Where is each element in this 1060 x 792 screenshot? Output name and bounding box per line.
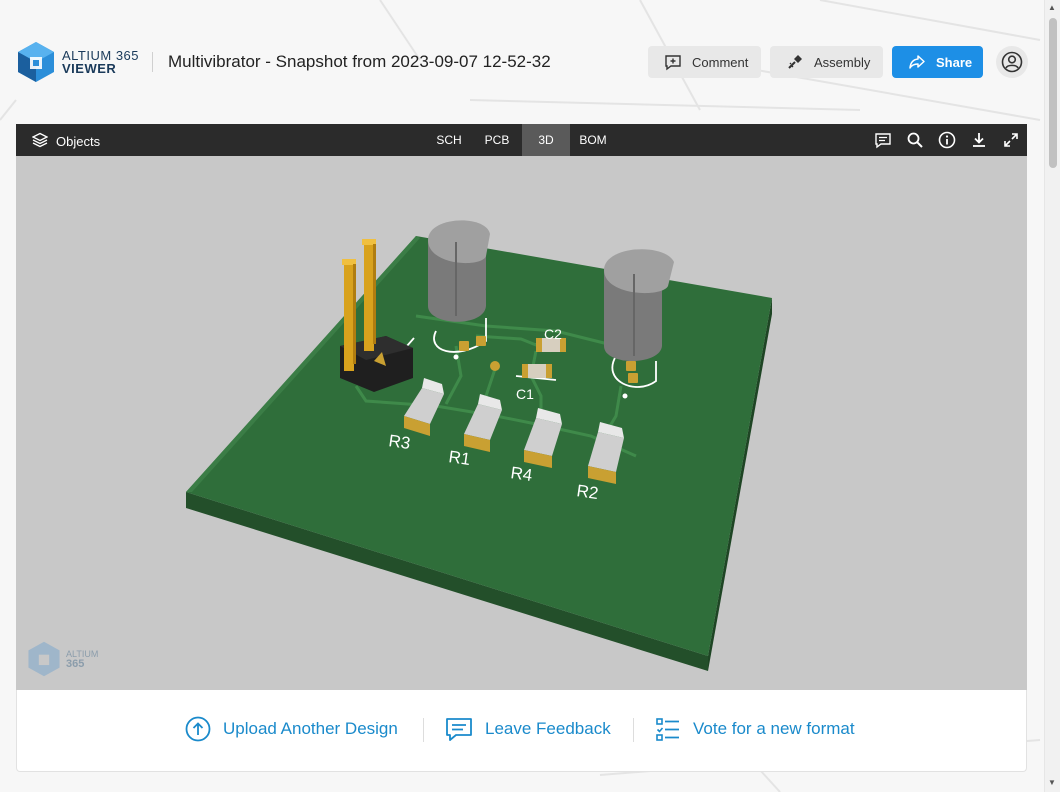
tab-pcb[interactable]: PCB — [474, 124, 520, 156]
logo-text-line2: VIEWER — [62, 61, 117, 76]
checklist-icon — [655, 716, 681, 742]
label-r1: R1 — [447, 447, 471, 469]
comment-button-label: Comment — [692, 54, 749, 70]
scroll-down-arrow[interactable]: ▼ — [1048, 778, 1056, 787]
tab-sch-label: SCH — [436, 133, 462, 147]
header-divider — [152, 52, 153, 72]
header: ALTIUM 365 VIEWER Multivibrator - Snapsh… — [0, 0, 1044, 124]
tab-3d-label: 3D — [538, 133, 554, 147]
upload-another-design-link[interactable]: Upload Another Design — [185, 716, 398, 742]
objects-panel-button[interactable]: Objects — [31, 132, 101, 151]
comments-icon[interactable] — [874, 131, 892, 149]
tab-3d[interactable]: 3D — [522, 124, 570, 156]
watermark-line2: 365 — [66, 658, 85, 670]
viewer-toolbar: Objects SCH PCB 3D BOM — [16, 124, 1027, 156]
search-icon[interactable] — [906, 131, 924, 149]
altium-watermark: ALTIUM 365 — [26, 640, 98, 678]
download-icon[interactable] — [970, 131, 988, 149]
tab-bom-label: BOM — [579, 133, 607, 147]
upload-icon — [185, 716, 211, 742]
tab-bom[interactable]: BOM — [570, 124, 616, 156]
info-icon[interactable] — [938, 131, 956, 149]
user-icon — [1001, 51, 1023, 73]
label-r2: R2 — [575, 481, 599, 503]
altium-logo-icon — [18, 42, 54, 82]
document-title: Multivibrator - Snapshot from 2023-09-07… — [168, 52, 551, 71]
share-button[interactable]: Share — [892, 46, 983, 78]
fullscreen-icon[interactable] — [1002, 131, 1020, 149]
feedback-icon — [445, 716, 473, 742]
label-c1: C1 — [516, 386, 534, 402]
layers-icon — [31, 132, 49, 151]
watermark-logo-icon — [28, 641, 60, 677]
label-r3: R3 — [387, 431, 411, 453]
transistor-q1 — [428, 220, 490, 322]
footer-divider-1 — [423, 718, 424, 742]
leave-feedback-link[interactable]: Leave Feedback — [445, 716, 611, 742]
tab-sch[interactable]: SCH — [426, 124, 472, 156]
assembly-icon — [786, 53, 804, 71]
scroll-up-arrow[interactable]: ▲ — [1048, 3, 1056, 12]
assembly-button-label: Assembly — [814, 54, 871, 70]
footer-divider-2 — [633, 718, 634, 742]
assembly-button[interactable]: Assembly — [770, 46, 883, 78]
page-scrollbar[interactable]: ▲ ▼ — [1044, 0, 1060, 792]
share-button-label: Share — [936, 54, 973, 70]
pin1-dot — [453, 354, 459, 360]
vote-for-new-format-link[interactable]: Vote for a new format — [655, 716, 855, 742]
design-viewer: Objects SCH PCB 3D BOM C2 C1 R3 R1 R4 R2… — [16, 124, 1027, 690]
upload-label: Upload Another Design — [223, 719, 398, 738]
user-avatar[interactable] — [996, 46, 1028, 78]
label-r4: R4 — [509, 463, 533, 485]
footer-actions: Upload Another Design Leave Feedback Vot… — [16, 690, 1027, 772]
tab-pcb-label: PCB — [484, 133, 510, 147]
comment-add-icon — [664, 53, 682, 71]
capacitor-c1 — [522, 364, 552, 378]
comment-button[interactable]: Comment — [648, 46, 761, 78]
feedback-label: Leave Feedback — [485, 719, 611, 738]
altium-logo[interactable]: ALTIUM 365 VIEWER — [16, 40, 139, 84]
pin1-dot-2 — [622, 393, 628, 399]
pcb-3d-view[interactable]: C2 C1 R3 R1 R4 R2 — [16, 156, 1027, 690]
share-icon — [908, 53, 926, 71]
objects-label: Objects — [56, 134, 101, 149]
label-c2: C2 — [544, 326, 562, 342]
scrollbar-thumb[interactable] — [1049, 18, 1057, 168]
vote-label: Vote for a new format — [693, 719, 855, 738]
